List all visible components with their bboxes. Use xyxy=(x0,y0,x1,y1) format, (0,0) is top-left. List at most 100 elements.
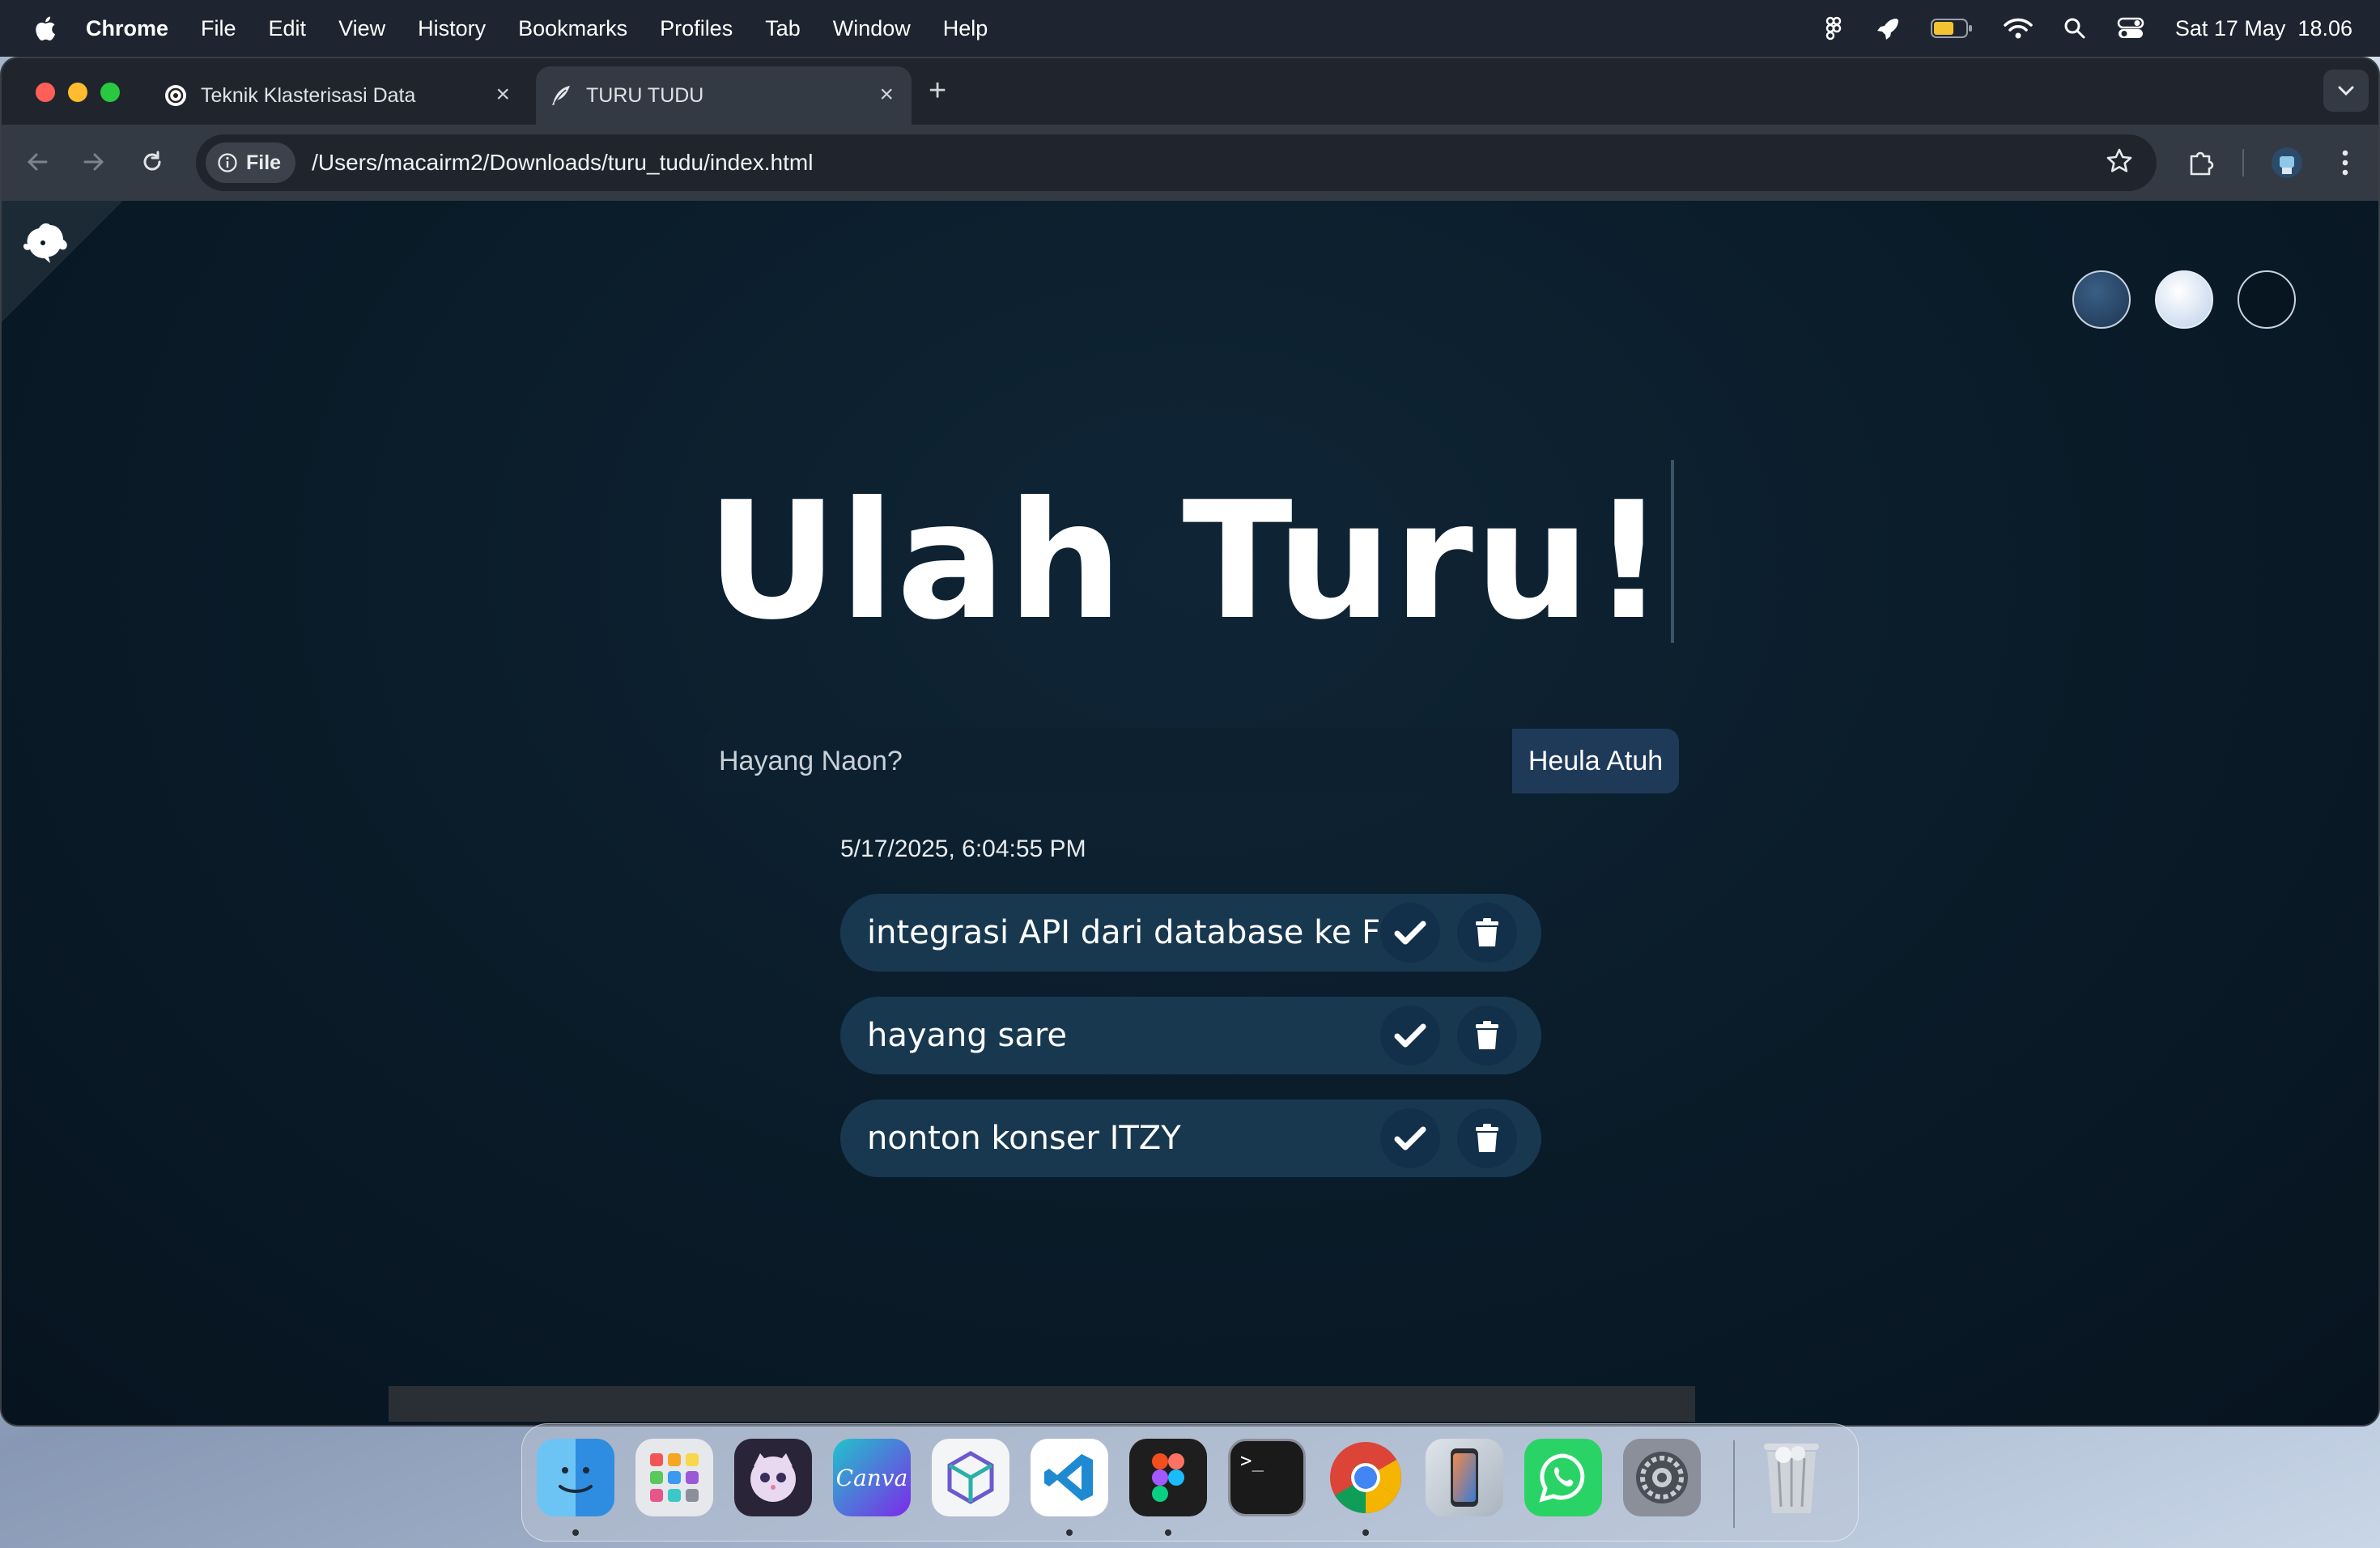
forward-arrow-icon xyxy=(83,153,104,171)
cat-app-icon[interactable] xyxy=(734,1439,812,1516)
theme-standard-button[interactable] xyxy=(2072,270,2131,329)
check-icon xyxy=(1394,921,1426,945)
todo-text: nonton konser ITZY xyxy=(867,1120,1181,1157)
address-bar[interactable]: File /Users/macairm2/Downloads/turu_tudu… xyxy=(196,134,2157,191)
check-icon xyxy=(1394,1023,1426,1048)
new-tab-button[interactable]: + xyxy=(929,74,946,107)
window-zoom-button[interactable] xyxy=(100,83,120,102)
typing-cursor xyxy=(1670,460,1674,643)
tab-turu-tudu[interactable]: TURU TUDU × xyxy=(536,66,912,125)
control-center-icon[interactable] xyxy=(2117,17,2144,40)
running-indicator xyxy=(1165,1529,1171,1536)
rocket-icon[interactable] xyxy=(1874,15,1900,41)
complete-todo-button[interactable] xyxy=(1380,1108,1440,1168)
site-info-label: File xyxy=(246,151,282,174)
whatsapp-icon[interactable] xyxy=(1524,1439,1602,1516)
theme-light-button[interactable] xyxy=(2155,270,2213,329)
figma-app-icon[interactable] xyxy=(1129,1439,1207,1516)
reload-icon xyxy=(143,151,161,171)
tab-search-button[interactable] xyxy=(2323,70,2369,112)
info-icon xyxy=(218,153,237,172)
menu-history[interactable]: History xyxy=(418,16,486,41)
todo-item: nonton konser ITZY xyxy=(840,1099,1541,1177)
todo-list: integrasi API dari database ke FE hayang… xyxy=(840,894,1541,1202)
tab-strip: Teknik Klasterisasi Data × TURU TUDU × + xyxy=(2,58,2378,125)
browser-toolbar: File /Users/macairm2/Downloads/turu_tudu… xyxy=(2,125,2378,201)
url-text[interactable]: /Users/macairm2/Downloads/turu_tudu/inde… xyxy=(312,150,813,176)
menu-tab[interactable]: Tab xyxy=(765,16,801,41)
terminal-prompt: >_ xyxy=(1240,1449,1264,1472)
terminal-icon[interactable]: >_ xyxy=(1228,1439,1306,1516)
menubar-clock[interactable]: Sat 17 May 18.06 xyxy=(2175,16,2352,41)
menu-window[interactable]: Window xyxy=(833,16,911,41)
vscode-icon[interactable] xyxy=(1031,1439,1108,1516)
menu-view[interactable]: View xyxy=(338,16,385,41)
page-title-text: Ulah Turu! xyxy=(706,467,1668,656)
profile-button[interactable] xyxy=(2267,142,2307,183)
complete-todo-button[interactable] xyxy=(1380,903,1440,963)
datetime-display: 5/17/2025, 6:04:55 PM xyxy=(840,836,1086,862)
reload-button[interactable] xyxy=(136,146,168,178)
todo-text: hayang sare xyxy=(867,1017,1068,1054)
trash-icon xyxy=(1476,1124,1498,1152)
extensions-button[interactable] xyxy=(2181,142,2221,183)
todo-item: integrasi API dari database ke FE xyxy=(840,894,1541,972)
chrome-menu-button[interactable] xyxy=(2325,142,2365,183)
tab-title: Teknik Klasterisasi Data xyxy=(201,83,416,107)
canva-icon[interactable]: Canva xyxy=(833,1439,911,1516)
trash-icon xyxy=(1476,1021,1498,1049)
window-close-button[interactable] xyxy=(36,83,55,102)
delete-todo-button[interactable] xyxy=(1457,1006,1517,1065)
iphone-mirroring-icon[interactable] xyxy=(1426,1439,1503,1516)
web-page: Ulah Turu! Heula Atuh 5/17/2025, 6:04:55… xyxy=(2,201,2378,1425)
tab-close-icon[interactable]: × xyxy=(879,83,894,107)
spotlight-search-icon[interactable] xyxy=(2063,17,2086,40)
bookmark-star-icon[interactable] xyxy=(2105,147,2134,176)
macos-menubar: Chrome File Edit View History Bookmarks … xyxy=(0,0,2380,57)
delete-todo-button[interactable] xyxy=(1457,903,1517,963)
menu-edit[interactable]: Edit xyxy=(269,16,307,41)
launchpad-icon[interactable] xyxy=(635,1439,713,1516)
delete-todo-button[interactable] xyxy=(1457,1108,1517,1168)
system-settings-icon[interactable] xyxy=(1623,1439,1701,1516)
quill-icon xyxy=(549,83,573,108)
trash-icon xyxy=(1476,918,1498,946)
running-indicator xyxy=(1066,1529,1073,1536)
todo-form: Heula Atuh xyxy=(703,729,1679,793)
trash-icon[interactable] xyxy=(1753,1439,1830,1516)
chevron-down-icon xyxy=(2338,86,2354,96)
wifi-icon[interactable] xyxy=(2004,17,2033,40)
forward-button[interactable] xyxy=(78,146,110,178)
complete-todo-button[interactable] xyxy=(1380,1006,1440,1065)
todo-input[interactable] xyxy=(703,729,1512,793)
running-indicator xyxy=(572,1529,579,1536)
todo-text: integrasi API dari database ke FE xyxy=(867,914,1401,951)
running-indicator xyxy=(1362,1529,1369,1536)
battery-icon[interactable] xyxy=(1930,18,1973,39)
menu-file[interactable]: File xyxy=(201,16,236,41)
app-3d-icon[interactable] xyxy=(932,1439,1009,1516)
menu-bookmarks[interactable]: Bookmarks xyxy=(518,16,627,41)
menu-app-name[interactable]: Chrome xyxy=(86,16,168,41)
theme-darker-button[interactable] xyxy=(2238,270,2296,329)
figma-icon[interactable] xyxy=(1825,16,1843,40)
window-minimize-button[interactable] xyxy=(68,83,87,102)
page-title: Ulah Turu! xyxy=(2,460,2378,643)
back-button[interactable] xyxy=(21,146,53,178)
toolbar-divider xyxy=(2242,149,2244,176)
add-todo-button[interactable]: Heula Atuh xyxy=(1512,729,1679,793)
tab-close-icon[interactable]: × xyxy=(495,83,510,107)
openai-icon xyxy=(164,83,188,108)
site-info-chip[interactable]: File xyxy=(206,142,296,183)
apple-menu-icon[interactable] xyxy=(32,15,57,42)
kebab-menu-icon xyxy=(2342,150,2348,176)
menu-help[interactable]: Help xyxy=(943,16,988,41)
todo-item: hayang sare xyxy=(840,997,1541,1074)
dock-separator xyxy=(1733,1440,1735,1528)
menu-profiles[interactable]: Profiles xyxy=(660,16,733,41)
canva-label: Canva xyxy=(835,1464,908,1491)
chrome-icon[interactable] xyxy=(1327,1439,1405,1516)
finder-icon[interactable] xyxy=(537,1439,614,1516)
browser-window: Teknik Klasterisasi Data × TURU TUDU × + xyxy=(2,58,2378,1425)
tab-teknik-klasterisasi[interactable]: Teknik Klasterisasi Data × xyxy=(152,66,528,125)
